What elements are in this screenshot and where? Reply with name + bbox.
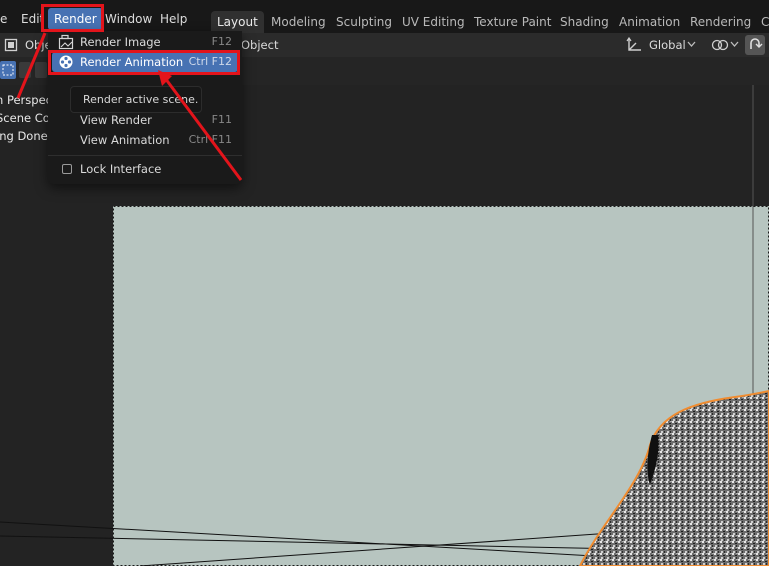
- annotation-arrows: [16, 32, 243, 181]
